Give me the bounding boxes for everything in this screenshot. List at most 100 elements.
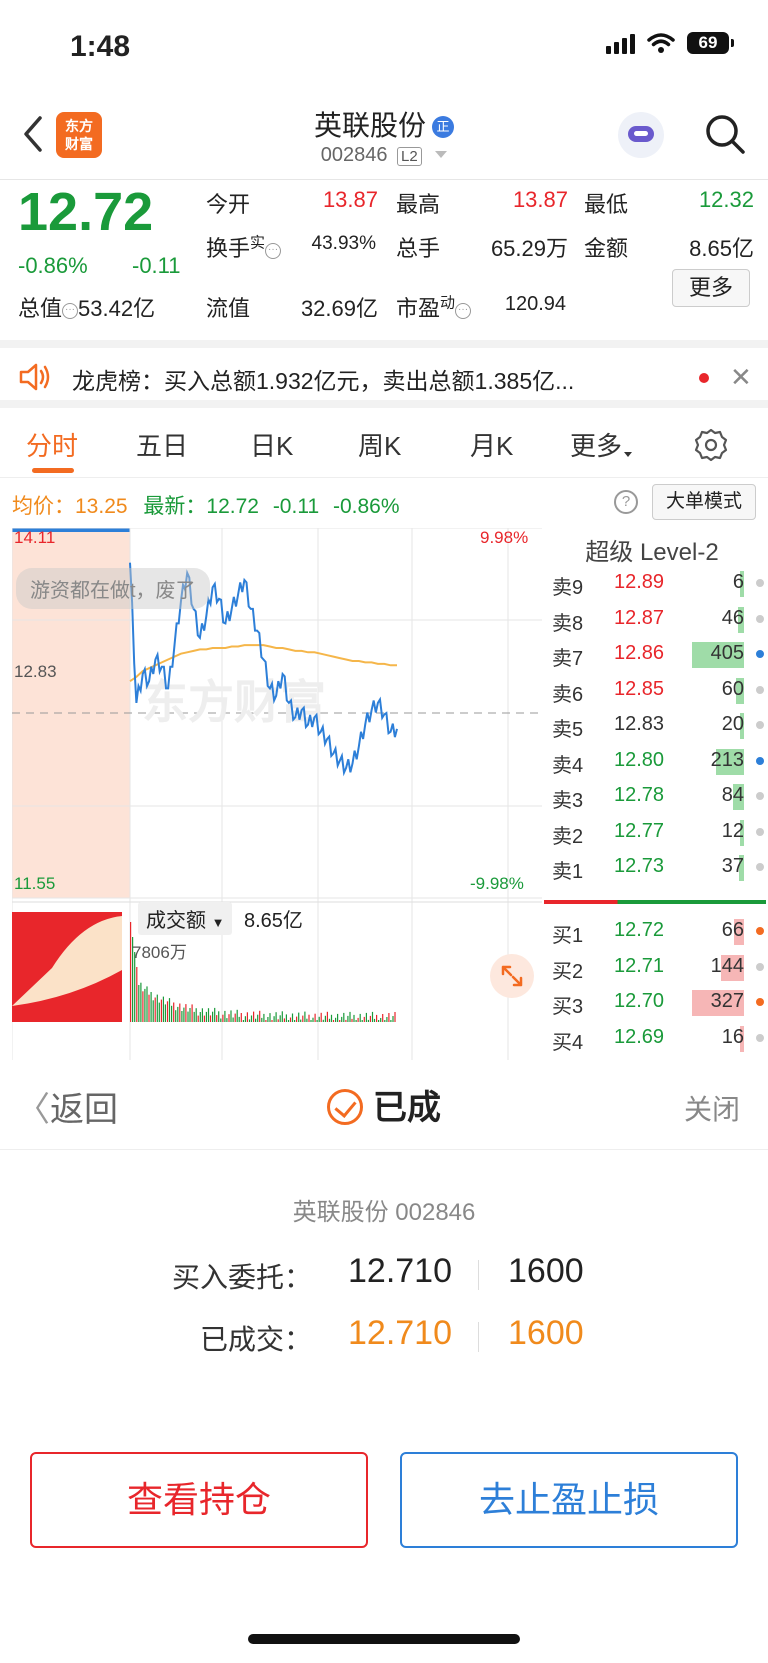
volume-bar: [363, 1016, 365, 1022]
gear-icon[interactable]: [694, 428, 728, 462]
filled-label: 已成交：: [199, 1324, 312, 1355]
volume-bar: [273, 1016, 275, 1022]
close-banner-icon[interactable]: ✕: [730, 362, 752, 393]
price-summary: 均价：13.25 最新：12.72 -0.11 -0.86%: [12, 490, 400, 520]
pct-bottom-label: -9.98%: [470, 874, 524, 893]
turnover-label: 换手: [206, 236, 251, 261]
volume-bar: [171, 1005, 173, 1022]
volume-bar: [384, 1020, 386, 1022]
level-label: 买3: [552, 996, 584, 1018]
volume-bar: [355, 1020, 357, 1022]
bids-row[interactable]: 买1 12.72 66: [542, 914, 768, 949]
volume-bar: [230, 1010, 232, 1022]
low-value: 12.32: [698, 187, 754, 212]
volume-bar: [339, 1020, 341, 1022]
bids-row[interactable]: 买2 12.71 144: [542, 950, 768, 985]
volume-bar: [160, 999, 162, 1022]
user-comment-bubble[interactable]: 游资都在做t，废了: [16, 568, 210, 609]
volume-bar: [142, 991, 144, 1022]
volume-bar: [246, 1012, 248, 1022]
volume-bar: [207, 1008, 210, 1022]
volume-bar: [326, 1011, 328, 1022]
volume-bar: [341, 1016, 343, 1022]
level-price: 12.70: [614, 990, 665, 1012]
volume-bar: [388, 1013, 390, 1022]
bids-row[interactable]: 买3 12.70 327: [542, 985, 768, 1020]
dragon-tiger-banner[interactable]: 龙虎榜：买入总额1.932亿元，卖出总额1.385亿... ✕: [0, 340, 768, 408]
level-price: 12.89: [614, 571, 665, 593]
level-label: 买4: [552, 1031, 584, 1054]
volume-bar: [330, 1014, 333, 1022]
filled-price: 12.710: [348, 1314, 452, 1352]
level-label: 卖5: [552, 719, 584, 741]
volume-bar: [162, 996, 164, 1022]
turnover-label-group: 换手实 ···: [206, 231, 282, 263]
level-volume: 60: [721, 677, 744, 700]
tab-intraday[interactable]: 分时: [26, 426, 78, 463]
asks-row[interactable]: 卖7 12.86 405: [542, 637, 768, 672]
tab-more[interactable]: 更多: [570, 426, 633, 463]
intraday-chart[interactable]: 东方财富 14.11 12.83 11.55 9.98% -9.98% 游资都在…: [0, 528, 542, 1060]
assistant-robot-icon[interactable]: [618, 112, 664, 158]
low-label: 最低: [584, 192, 629, 217]
volume-type-select[interactable]: 成交额 ▼: [138, 902, 233, 935]
big-order-mode-button[interactable]: 大单模式: [652, 484, 756, 520]
volume-bar: [347, 1015, 349, 1022]
volume-bar: [279, 1015, 281, 1022]
tab-five-day[interactable]: 五日: [136, 426, 188, 463]
float-cap-label: 流值: [206, 296, 251, 321]
volume-bar: [130, 922, 132, 1022]
asks-row[interactable]: 卖6 12.85 60: [542, 673, 768, 708]
indicator-dot: [756, 998, 764, 1006]
asks-row[interactable]: 卖5 12.83 20: [542, 708, 768, 743]
asks-row[interactable]: 卖8 12.87 46: [542, 602, 768, 637]
stop-profit-loss-button[interactable]: 去止盈止损: [400, 1452, 738, 1548]
pe-label-group: 市盈动 ···: [396, 291, 472, 323]
asks-row[interactable]: 卖1 12.73 37: [542, 850, 768, 885]
volume-bar: [353, 1014, 355, 1022]
tab-monthly-k[interactable]: 月K: [470, 426, 513, 463]
volume-type-label: 成交额: [146, 910, 206, 932]
sheet-close-button[interactable]: 关闭: [684, 1088, 740, 1128]
volume-bar: [218, 1011, 220, 1022]
expand-icon[interactable]: [490, 954, 534, 998]
filled-quantity: 1600: [508, 1314, 584, 1352]
volume-bar: [242, 1020, 244, 1022]
level-volume: 213: [710, 748, 744, 771]
volume-bar: [248, 1019, 251, 1022]
tab-weekly-k[interactable]: 周K: [358, 426, 401, 463]
asks-row[interactable]: 卖3 12.78 84: [542, 779, 768, 814]
battery-level: 69: [687, 32, 729, 54]
asks-row[interactable]: 卖4 12.80 213: [542, 744, 768, 779]
volume-bar: [181, 1011, 183, 1022]
turnover-value: 43.93%: [311, 233, 376, 254]
view-positions-button[interactable]: 查看持仓: [30, 1452, 368, 1548]
indicator-dot: [756, 827, 764, 836]
zheng-badge-icon: 正: [432, 116, 454, 138]
volume-bar: [302, 1015, 304, 1022]
level-label: 买2: [552, 960, 584, 983]
home-indicator: [248, 1634, 520, 1644]
chart-header: 均价：13.25 最新：12.72 -0.11 -0.86% ? 大单模式: [0, 480, 768, 528]
volume-bar: [250, 1015, 253, 1022]
volume-bar: [277, 1019, 279, 1022]
divider: [478, 1260, 479, 1290]
search-icon[interactable]: [703, 112, 747, 156]
volume-bar: [328, 1018, 331, 1022]
high-value: 13.87: [512, 187, 568, 212]
volume-bar: [158, 1002, 160, 1022]
tab-daily-k[interactable]: 日K: [250, 426, 293, 463]
bids-row[interactable]: 买4 12.69 16: [542, 1021, 768, 1056]
volume-bar: [216, 1015, 218, 1022]
chart-watermark: 东方财富: [142, 676, 326, 728]
volume-bar: [197, 1015, 199, 1022]
status-icons: 69: [606, 32, 734, 54]
more-dots-icon: ···: [455, 303, 472, 319]
level-price: 12.77: [614, 819, 665, 842]
indicator-dot: [756, 1033, 764, 1042]
more-quote-button[interactable]: 更多: [672, 269, 750, 307]
speaker-icon: [19, 363, 50, 391]
asks-row[interactable]: 卖2 12.77 12: [542, 815, 768, 850]
asks-row[interactable]: 卖9 12.89 6: [542, 566, 768, 601]
help-icon[interactable]: ?: [614, 490, 638, 514]
